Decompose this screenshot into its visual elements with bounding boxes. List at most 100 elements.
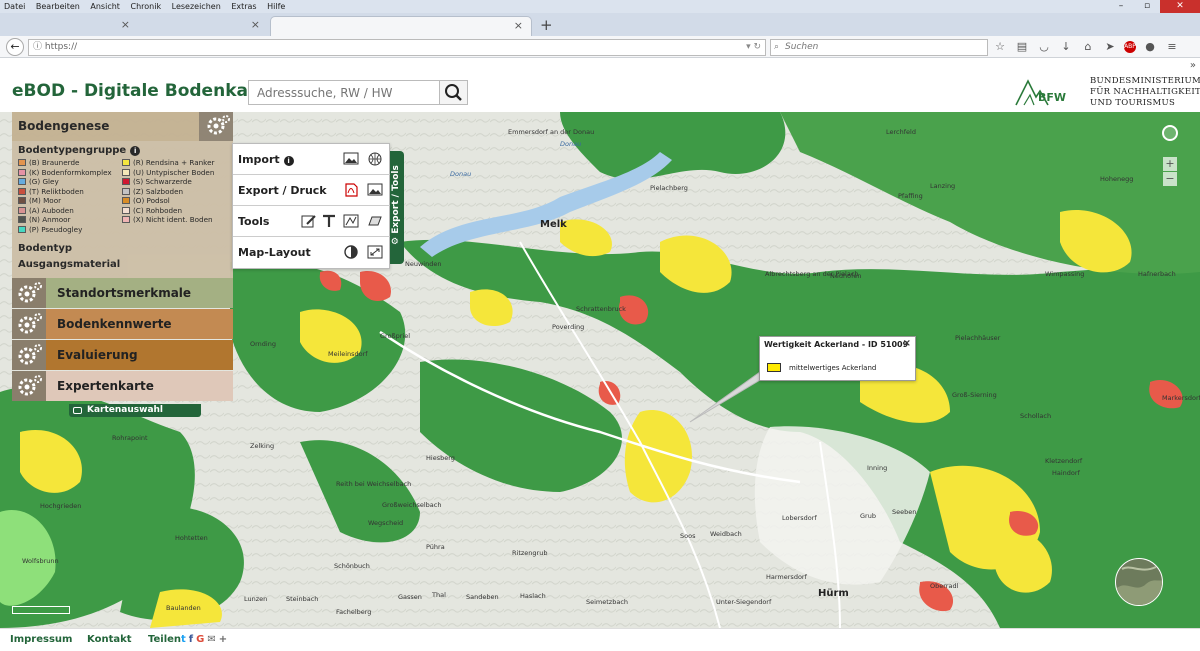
edit-icon[interactable]: [301, 214, 317, 228]
legend-item[interactable]: (U) Untypischer Boden: [122, 168, 214, 178]
legend-item[interactable]: (C) Rohboden: [122, 206, 214, 216]
menu-datei[interactable]: Datei: [4, 2, 25, 11]
menu-ansicht[interactable]: Ansicht: [90, 2, 120, 11]
place-label: Poverding: [552, 323, 585, 331]
facebook-icon[interactable]: f: [189, 634, 193, 645]
bodengenese-settings-button[interactable]: [199, 112, 233, 141]
url-bar[interactable]: ⓘ https:// ▾ ↻: [28, 39, 766, 56]
overview-minimap[interactable]: [1115, 558, 1163, 606]
text-tool-icon[interactable]: [321, 214, 337, 228]
legend-item[interactable]: (Z) Salzboden: [122, 187, 214, 197]
place-label: Rohrapoint: [112, 434, 148, 442]
browser-search-field[interactable]: ⌕ Suchen: [770, 39, 988, 56]
browser-tab-active[interactable]: ×: [270, 16, 532, 36]
search-icon: ⌕: [774, 42, 780, 52]
globe-import-icon[interactable]: [367, 152, 383, 166]
search-button[interactable]: [439, 81, 467, 104]
menu-chronik[interactable]: Chronik: [130, 2, 161, 11]
menu-lesezeichen[interactable]: Lesezeichen: [172, 2, 221, 11]
impressum-link[interactable]: Impressum: [10, 634, 72, 645]
menu-row-export[interactable]: Export / Druck: [233, 175, 391, 206]
new-tab-icon[interactable]: +: [540, 16, 553, 34]
scale-bar: [12, 606, 70, 614]
bookmark-star-icon[interactable]: ☆: [992, 40, 1008, 53]
tab-close-icon[interactable]: ×: [251, 18, 260, 31]
contrast-icon[interactable]: [343, 245, 359, 259]
menu-row-import[interactable]: Import i: [233, 144, 391, 175]
mail-icon[interactable]: ✉: [207, 634, 215, 645]
menu-hamburger-icon[interactable]: ≡: [1164, 40, 1180, 53]
close-icon[interactable]: ×: [903, 338, 911, 349]
place-label: Wegscheid: [368, 519, 404, 527]
legend-item[interactable]: (O) Podsol: [122, 196, 214, 206]
chat-icon[interactable]: ●: [1142, 40, 1158, 53]
place-label: Lobersdorf: [782, 514, 817, 522]
legend-swatch: [18, 168, 26, 176]
legend-item[interactable]: (X) Nicht ident. Boden: [122, 215, 214, 225]
menu-bearbeiten[interactable]: Bearbeiten: [36, 2, 80, 11]
reading-list-icon[interactable]: ▤: [1014, 40, 1030, 53]
legend-item[interactable]: (T) Reliktboden: [18, 187, 112, 197]
panel-item-standortsmerkmale[interactable]: Standortsmerkmale: [12, 278, 233, 308]
place-label: Hürm: [818, 588, 849, 599]
overflow-chevron-icon[interactable]: »: [1190, 60, 1196, 71]
zoom-in-button[interactable]: +: [1163, 157, 1177, 171]
download-icon[interactable]: ↓: [1058, 40, 1074, 53]
legend-item[interactable]: (K) Bodenformkomplex: [18, 168, 112, 178]
bodentypengruppe-heading[interactable]: Bodentypengruppe i: [18, 145, 141, 156]
panel-item-expertenkarte[interactable]: Expertenkarte: [12, 371, 233, 401]
menu-extras[interactable]: Extras: [231, 2, 256, 11]
legend-item[interactable]: (S) Schwarzerde: [122, 177, 214, 187]
panel-item-evaluierung[interactable]: Evaluierung: [12, 340, 233, 370]
ausgangsmaterial-heading[interactable]: Ausgangsmaterial: [18, 259, 120, 270]
back-icon[interactable]: ←: [6, 38, 24, 56]
pocket-icon[interactable]: ◡: [1036, 40, 1052, 53]
pdf-export-icon[interactable]: [343, 183, 359, 197]
popup-swatch: [767, 363, 781, 372]
browser-tab-1[interactable]: ×: [2, 16, 138, 36]
google-icon[interactable]: G: [196, 634, 204, 645]
legend-item[interactable]: (B) Braunerde: [18, 158, 112, 168]
legend-item[interactable]: (R) Rendsina + Ranker: [122, 158, 214, 168]
maximize-icon[interactable]: ▫: [1134, 0, 1160, 13]
send-icon[interactable]: ➤: [1102, 40, 1118, 53]
locate-icon[interactable]: [1162, 125, 1178, 141]
minimize-icon[interactable]: –: [1108, 0, 1134, 13]
layer-icon[interactable]: [367, 214, 383, 228]
legend-item[interactable]: (N) Anmoor: [18, 215, 112, 225]
legend-item[interactable]: (A) Auboden: [18, 206, 112, 216]
fullscreen-icon[interactable]: [367, 245, 383, 259]
place-label: Kletzendorf: [1045, 457, 1083, 465]
legend-item[interactable]: (P) Pseudogley: [18, 225, 112, 235]
browser-tab-2[interactable]: ×: [140, 16, 268, 36]
measure-icon[interactable]: [343, 214, 359, 228]
legend-item[interactable]: (M) Moor: [18, 196, 112, 206]
search-input[interactable]: [249, 81, 439, 104]
adblock-icon[interactable]: ABP: [1124, 41, 1136, 53]
tab-close-icon[interactable]: ×: [121, 18, 130, 31]
legend-swatch: [122, 187, 130, 195]
share-plus-icon[interactable]: +: [219, 634, 227, 645]
panel-item-bodenkennwerte[interactable]: Bodenkennwerte: [12, 309, 233, 339]
place-label: Fachelberg: [336, 608, 372, 616]
twitter-icon[interactable]: t: [181, 634, 186, 645]
image-import-icon[interactable]: [343, 152, 359, 166]
bodengenese-header[interactable]: Bodengenese: [12, 112, 233, 141]
legend-item[interactable]: (G) Gley: [18, 177, 112, 187]
info-icon[interactable]: i: [283, 156, 294, 166]
info-icon[interactable]: i: [130, 146, 141, 156]
export-label: Export / Druck: [238, 184, 327, 197]
zoom-out-button[interactable]: −: [1163, 172, 1177, 186]
reload-icon[interactable]: ▾ ↻: [746, 40, 761, 55]
menu-row-tools[interactable]: Tools: [233, 206, 391, 237]
menu-hilfe[interactable]: Hilfe: [267, 2, 285, 11]
image-export-icon[interactable]: [367, 183, 383, 197]
home-icon[interactable]: ⌂: [1080, 40, 1096, 53]
kartenauswahl-button[interactable]: Kartenauswahl: [69, 404, 201, 417]
place-label: Lerchfeld: [886, 128, 916, 136]
bodentyp-heading[interactable]: Bodentyp: [18, 243, 72, 254]
window-close-icon[interactable]: ✕: [1160, 0, 1200, 13]
kontakt-link[interactable]: Kontakt: [87, 634, 132, 645]
tab-close-icon[interactable]: ×: [514, 19, 523, 32]
menu-row-map-layout[interactable]: Map-Layout: [233, 237, 391, 268]
